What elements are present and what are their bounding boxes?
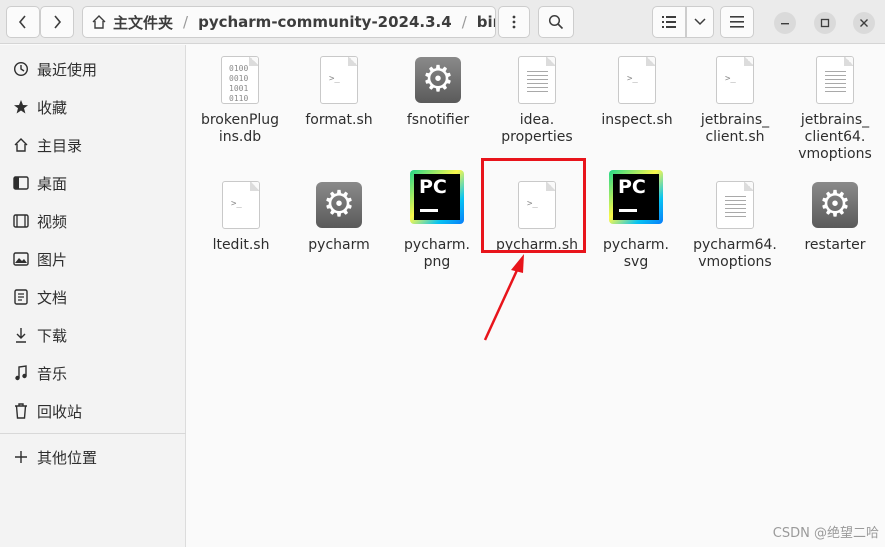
annotation-arrow xyxy=(483,254,524,341)
watermark: CSDN @绝望二哈 xyxy=(772,526,879,541)
